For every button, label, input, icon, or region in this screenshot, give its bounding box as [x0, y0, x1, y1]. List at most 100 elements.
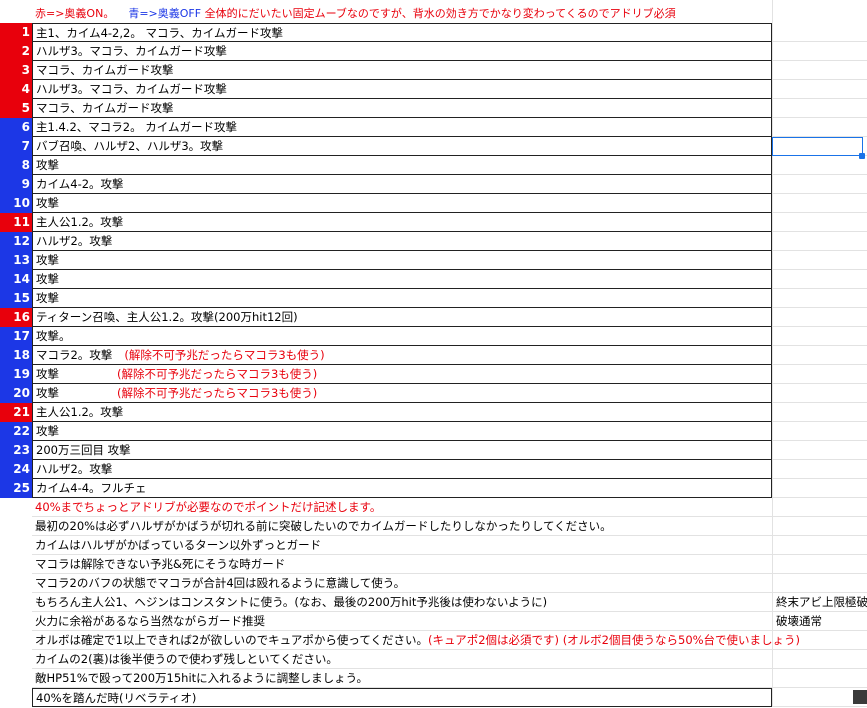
note-row[interactable]: 40%を踏んだ時(リベラティオ) — [0, 688, 867, 707]
side-cell[interactable] — [772, 631, 867, 650]
side-cell[interactable]: 破壊通常 — [772, 612, 867, 631]
turn-action-cell[interactable]: ティターン召喚、主人公1.2。攻撃(200万hit12回) — [32, 308, 772, 327]
turn-row[interactable]: 3 マコラ、カイムガード攻撃 — [0, 61, 867, 80]
turn-number[interactable]: 18 — [0, 346, 32, 365]
turn-row[interactable]: 24 ハルザ2。攻撃 — [0, 460, 867, 479]
turn-action-cell[interactable]: 攻撃 — [32, 422, 772, 441]
side-cell[interactable] — [772, 61, 867, 80]
selected-cell[interactable] — [772, 137, 863, 156]
note-row[interactable]: カイムの2(裏)は後半使うので使わず残しといてください。 — [0, 650, 867, 669]
turn-action-cell[interactable]: バブ召喚、ハルザ2、ハルザ3。攻撃 — [32, 137, 772, 156]
turn-row[interactable]: 18 マコラ2。攻撃 (解除不可予兆だったらマコラ3も使う) — [0, 346, 867, 365]
turn-row[interactable]: 11 主人公1.2。攻撃 — [0, 213, 867, 232]
turn-row[interactable]: 4 ハルザ3。マコラ、カイムガード攻撃 — [0, 80, 867, 99]
turn-action-cell[interactable]: 主1、カイム4-2,2。 マコラ、カイムガード攻撃 — [32, 23, 772, 42]
turn-row[interactable]: 16 ティターン召喚、主人公1.2。攻撃(200万hit12回) — [0, 308, 867, 327]
turn-row[interactable]: 17 攻撃。 — [0, 327, 867, 346]
note-cell[interactable]: 最初の20%は必ずハルザがかばうが切れる前に突破したいのでカイムガードしたりしな… — [32, 517, 772, 536]
turn-number[interactable]: 21 — [0, 403, 32, 422]
side-cell[interactable] — [772, 118, 867, 137]
note-cell[interactable]: カイムの2(裏)は後半使うので使わず残しといてください。 — [32, 650, 772, 669]
turn-action-cell[interactable]: マコラ、カイムガード攻撃 — [32, 61, 772, 80]
turn-row[interactable]: 20 攻撃 (解除不可予兆だったらマコラ3も使う) — [0, 384, 867, 403]
side-cell[interactable] — [772, 327, 867, 346]
turn-number[interactable]: 8 — [0, 156, 32, 175]
turn-number[interactable]: 25 — [0, 479, 32, 498]
turn-action-cell[interactable]: 攻撃。 — [32, 327, 772, 346]
turn-number[interactable]: 12 — [0, 232, 32, 251]
turn-number[interactable]: 9 — [0, 175, 32, 194]
turn-row[interactable]: 1 主1、カイム4-2,2。 マコラ、カイムガード攻撃 — [0, 23, 867, 42]
turn-number[interactable]: 24 — [0, 460, 32, 479]
fill-handle[interactable] — [859, 153, 865, 159]
side-cell[interactable] — [772, 270, 867, 289]
side-cell[interactable] — [772, 460, 867, 479]
turn-action-cell[interactable]: ハルザ2。攻撃 — [32, 460, 772, 479]
side-cell[interactable] — [772, 365, 867, 384]
side-cell[interactable] — [772, 99, 867, 118]
turn-action-cell[interactable]: 主人公1.2。攻撃 — [32, 213, 772, 232]
side-cell[interactable] — [772, 80, 867, 99]
turn-number[interactable]: 15 — [0, 289, 32, 308]
turn-number[interactable]: 6 — [0, 118, 32, 137]
turn-number[interactable]: 7 — [0, 137, 32, 156]
side-cell[interactable] — [772, 251, 867, 270]
side-cell[interactable] — [772, 498, 867, 517]
note-row[interactable]: オルボは確定で1以上できれば2が欲しいのでキュアポから使ってください。(キュアポ… — [0, 631, 867, 650]
side-cell[interactable] — [772, 23, 867, 42]
turn-action-cell[interactable]: 攻撃 — [32, 194, 772, 213]
side-cell[interactable] — [772, 175, 867, 194]
turn-action-cell[interactable]: 攻撃 — [32, 156, 772, 175]
turn-action-cell[interactable]: ハルザ3。マコラ、カイムガード攻撃 — [32, 42, 772, 61]
turn-number[interactable]: 3 — [0, 61, 32, 80]
turn-row[interactable]: 25 カイム4-4。フルチェ — [0, 479, 867, 498]
side-cell[interactable] — [772, 403, 867, 422]
turn-row[interactable]: 8 攻撃 — [0, 156, 867, 175]
side-cell[interactable] — [772, 156, 867, 175]
note-cell[interactable]: 敵HP51%で殴って200万15hitに入れるように調整しましょう。 — [32, 669, 772, 688]
turn-number[interactable]: 20 — [0, 384, 32, 403]
note-row[interactable]: 敵HP51%で殴って200万15hitに入れるように調整しましょう。 — [0, 669, 867, 688]
note-cell[interactable]: もちろん主人公1、ヘジンはコンスタントに使う。(なお、最後の200万hit予兆後… — [32, 593, 772, 612]
turn-number[interactable]: 1 — [0, 23, 32, 42]
side-cell[interactable] — [772, 441, 867, 460]
note-row[interactable]: マコラは解除できない予兆&死にそうな時ガード — [0, 555, 867, 574]
note-row[interactable]: カイムはハルザがかばっているターン以外ずっとガード — [0, 536, 867, 555]
turn-row[interactable]: 14 攻撃 — [0, 270, 867, 289]
turn-action-cell[interactable]: ハルザ2。攻撃 — [32, 232, 772, 251]
side-cell[interactable] — [772, 289, 867, 308]
side-cell[interactable] — [772, 346, 867, 365]
turn-row[interactable]: 10 攻撃 — [0, 194, 867, 213]
turn-row[interactable]: 5 マコラ、カイムガード攻撃 — [0, 99, 867, 118]
turn-row[interactable]: 6 主1.4.2、マコラ2。 カイムガード攻撃 — [0, 118, 867, 137]
turn-row[interactable]: 7 バブ召喚、ハルザ2、ハルザ3。攻撃 — [0, 137, 867, 156]
turn-action-cell[interactable]: マコラ、カイムガード攻撃 — [32, 99, 772, 118]
turn-action-cell[interactable]: 攻撃 — [32, 251, 772, 270]
turn-number[interactable]: 16 — [0, 308, 32, 327]
turn-action-cell[interactable]: 攻撃 — [32, 270, 772, 289]
turn-row[interactable]: 15 攻撃 — [0, 289, 867, 308]
turn-number[interactable]: 5 — [0, 99, 32, 118]
side-cell[interactable] — [772, 194, 867, 213]
turn-number[interactable]: 10 — [0, 194, 32, 213]
turn-row[interactable]: 23 200万三回目 攻撃 — [0, 441, 867, 460]
turn-action-cell[interactable]: 攻撃 (解除不可予兆だったらマコラ3も使う) — [32, 384, 772, 403]
note-cell[interactable]: オルボは確定で1以上できれば2が欲しいのでキュアポから使ってください。(キュアポ… — [32, 631, 800, 650]
note-row[interactable]: 火力に余裕があるなら当然ながらガード推奨 破壊通常 — [0, 612, 867, 631]
side-cell[interactable] — [772, 536, 867, 555]
turn-number[interactable]: 19 — [0, 365, 32, 384]
note-cell[interactable]: 火力に余裕があるなら当然ながらガード推奨 — [32, 612, 772, 631]
turn-action-cell[interactable]: カイム4-4。フルチェ — [32, 479, 772, 498]
turn-number[interactable]: 11 — [0, 213, 32, 232]
turn-action-cell[interactable]: 主人公1.2。攻撃 — [32, 403, 772, 422]
turn-row[interactable]: 19 攻撃 (解除不可予兆だったらマコラ3も使う) — [0, 365, 867, 384]
turn-action-cell[interactable]: 主1.4.2、マコラ2。 カイムガード攻撃 — [32, 118, 772, 137]
note-row[interactable]: もちろん主人公1、ヘジンはコンスタントに使う。(なお、最後の200万hit予兆後… — [0, 593, 867, 612]
turn-row[interactable]: 22 攻撃 — [0, 422, 867, 441]
turn-action-cell[interactable]: ハルザ3。マコラ、カイムガード攻撃 — [32, 80, 772, 99]
turn-row[interactable]: 13 攻撃 — [0, 251, 867, 270]
side-cell[interactable] — [772, 669, 867, 688]
turn-action-cell[interactable]: 攻撃 — [32, 289, 772, 308]
side-cell[interactable] — [772, 384, 867, 403]
side-cell[interactable] — [772, 422, 867, 441]
